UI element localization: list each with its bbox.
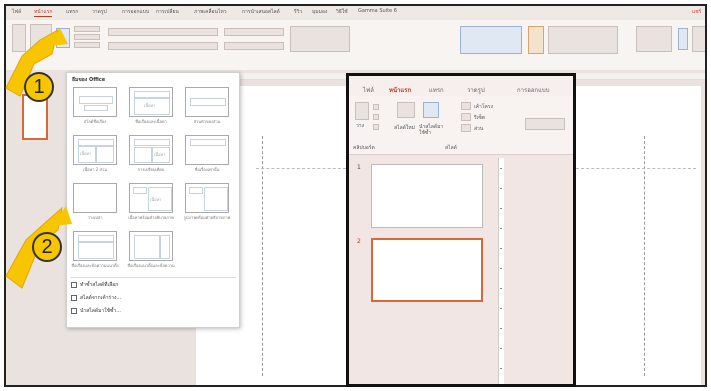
step-badge-2: 2 (32, 232, 62, 262)
annotation-arrows (5, 28, 72, 289)
step-badge-1: 1 (24, 72, 54, 102)
